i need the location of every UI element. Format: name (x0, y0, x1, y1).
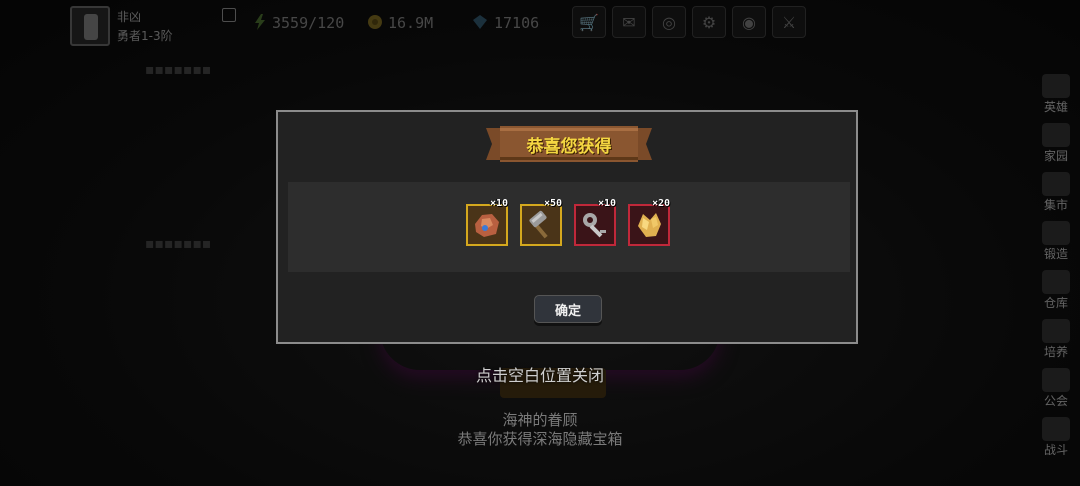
reward-item[interactable]: ×20 (628, 198, 670, 246)
bless-title: 海神的眷顾 (502, 411, 578, 429)
reward-item[interactable]: ×10 (466, 198, 508, 246)
bless-text: 恭喜你获得深海隐藏宝箱 (457, 430, 623, 448)
close-hint: 点击空白位置关闭 (475, 366, 604, 385)
reward-item[interactable]: ×10 (574, 198, 616, 246)
reward-tray: ×10 ×50 ×10 ×20 (288, 182, 850, 272)
gold-crystal-icon (638, 213, 661, 237)
ore-chunk-icon (475, 214, 499, 237)
reward-item[interactable]: ×50 (520, 198, 562, 246)
reward-quantity: ×10 (489, 198, 508, 209)
silver-key-icon (583, 213, 606, 238)
dialog-title: 恭喜您获得 (526, 137, 612, 157)
reward-quantity: ×50 (543, 198, 562, 209)
reward-quantity: ×20 (651, 198, 670, 209)
title-ribbon: 恭喜您获得 (486, 126, 652, 162)
confirm-button[interactable]: 确定 (534, 295, 602, 323)
hammer-icon (529, 210, 548, 239)
reward-quantity: ×10 (597, 198, 616, 209)
reward-dialog: 恭喜您获得 ×10 ×50 ×10 ×20 确定 (276, 110, 858, 344)
